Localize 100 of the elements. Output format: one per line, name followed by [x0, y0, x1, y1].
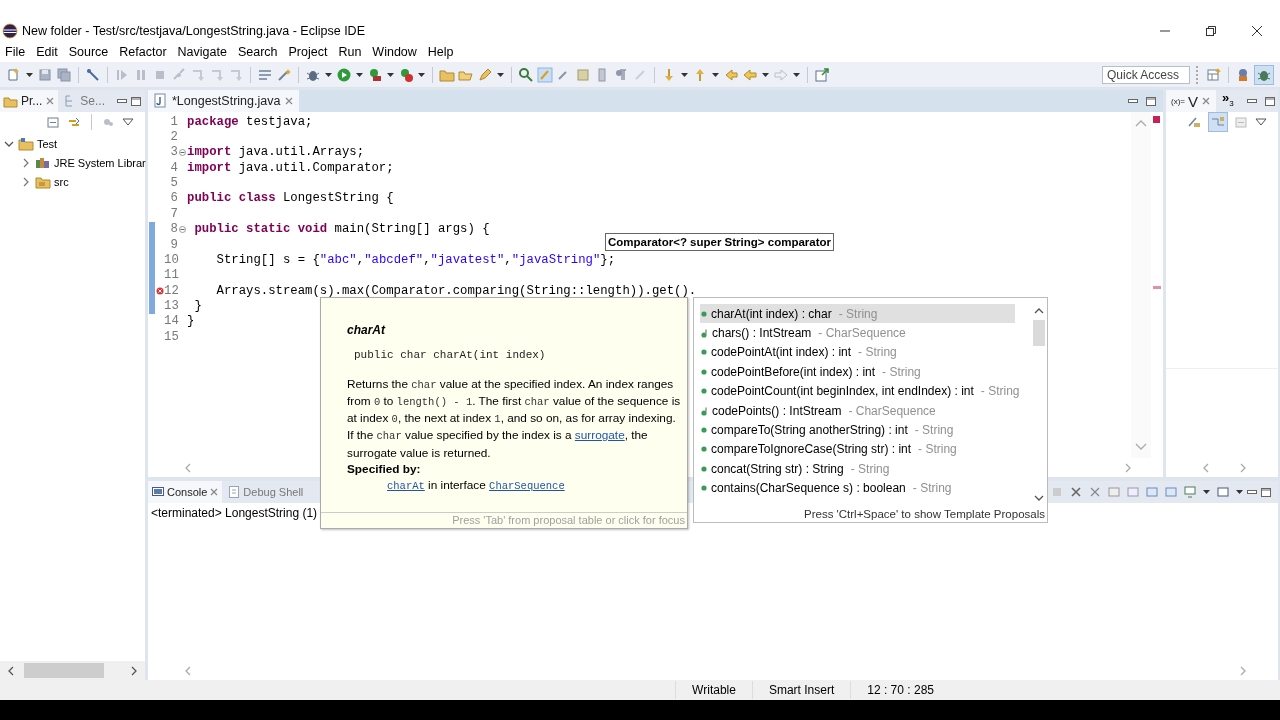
- error-marker[interactable]: [1153, 286, 1161, 289]
- line-number: 14: [164, 314, 178, 329]
- run-tool-icon[interactable]: [367, 66, 383, 83]
- tree-item[interactable]: Test: [37, 134, 58, 153]
- minimize-icon[interactable]: [116, 96, 128, 106]
- method-icon: [700, 308, 708, 319]
- code-line: String[] s = {"abc","abcdef","javatest","javaString"};: [215, 252, 616, 267]
- console-icon: [151, 485, 165, 499]
- line-number: 1: [169, 114, 178, 129]
- run-icon[interactable]: [336, 66, 352, 83]
- close-icon[interactable]: [1251, 25, 1263, 37]
- view-tab[interactable]: Debug Shell: [224, 481, 307, 503]
- open-perspective-icon[interactable]: [1206, 66, 1222, 83]
- line-number: 13: [164, 299, 178, 313]
- menu-item[interactable]: Source: [68, 42, 114, 61]
- display-icon[interactable]: [1183, 485, 1197, 499]
- console-status: <terminated> LongestString (1): [150, 505, 319, 522]
- menu-item[interactable]: Navigate: [177, 42, 232, 61]
- menu-item[interactable]: Project: [288, 42, 333, 61]
- pencil-slash-icon[interactable]: [85, 66, 101, 83]
- default-method-icon: [700, 328, 709, 339]
- proposal-item[interactable]: contains(CharSequence s) : boolean - String: [700, 478, 1015, 498]
- highlight-icon[interactable]: [537, 66, 553, 83]
- doc-paragraph: Returns the char value at the specified index. An index ranges from 0 to length() - 1. The first char value of the sequence is at index 0, the next at index 1, and so on, as for array indexing.: [347, 375, 681, 428]
- more-views-button[interactable]: »$_{3}$: [1222, 91, 1234, 111]
- tree-item[interactable]: JRE System Librar: [54, 153, 146, 172]
- editor-tab[interactable]: *LongestString.java: [148, 90, 300, 112]
- save-all-icon[interactable]: [56, 66, 72, 83]
- horizontal-scrollbar[interactable]: [0, 661, 145, 680]
- method-icon: [700, 386, 708, 397]
- proposal-item[interactable]: codePointAt(int index) : int - String: [700, 342, 1015, 363]
- coverage-icon[interactable]: [398, 66, 414, 83]
- status-text: 12 : 70 : 285: [850, 681, 950, 699]
- line-number: 9: [169, 237, 178, 252]
- scroll-lock-icon[interactable]: [1126, 485, 1140, 499]
- line-number: 5: [169, 176, 178, 191]
- open-console-icon[interactable]: [1216, 485, 1230, 499]
- error-icon[interactable]: [156, 286, 164, 295]
- menu-item[interactable]: Window: [372, 42, 422, 61]
- menu-item[interactable]: Run: [338, 42, 367, 61]
- scrollbar-thumb[interactable]: [24, 663, 104, 678]
- maximize-icon[interactable]: [1260, 486, 1272, 498]
- menu-item[interactable]: File: [5, 42, 31, 61]
- code-line: package testjava;: [187, 114, 313, 129]
- proposal-item[interactable]: compareTo(String anotherString) : int - String: [700, 420, 1015, 440]
- clear-icon[interactable]: [1107, 485, 1121, 499]
- pin-icon[interactable]: [1164, 485, 1178, 499]
- remove-all-icon[interactable]: [1088, 485, 1102, 499]
- block-icon[interactable]: [575, 66, 591, 83]
- method-icon: [700, 366, 708, 377]
- doc-title: charAt: [347, 322, 387, 339]
- restore-icon[interactable]: [1205, 25, 1217, 37]
- method-icon: [700, 347, 708, 358]
- collapse-all-icon[interactable]: [46, 115, 60, 129]
- java-file-icon: [152, 93, 168, 109]
- view-tab[interactable]: Console: [148, 481, 223, 503]
- proposal-item[interactable]: compareToIgnoreCase(String str) : int - String: [700, 439, 1015, 460]
- doc-link[interactable]: CharSequence: [489, 480, 565, 493]
- menu-item[interactable]: Help: [427, 42, 459, 61]
- shell-icon: [227, 485, 242, 499]
- scroll-up-icon[interactable]: [1032, 306, 1045, 316]
- scroll-left-icon[interactable]: [6, 664, 16, 677]
- scrollbar-thumb[interactable]: [1032, 320, 1045, 346]
- remove-launch-icon[interactable]: [1069, 485, 1083, 499]
- search-icon[interactable]: [518, 66, 534, 83]
- pilcrow-icon[interactable]: [613, 66, 629, 83]
- menu-item[interactable]: Refactor: [119, 42, 172, 61]
- proposal-item[interactable]: codePoints() : IntStream - CharSequence: [700, 400, 1015, 421]
- code-line: import java.util.Comparator;: [187, 160, 394, 175]
- quick-access-field[interactable]: Quick Access: [1102, 65, 1190, 84]
- proposal-item[interactable]: codePointBefore(int index) : int - String: [700, 362, 1015, 382]
- proposal-item[interactable]: concat(String str) : String - String: [700, 459, 1015, 479]
- maximize-icon[interactable]: [130, 95, 142, 107]
- doc-link[interactable]: surrogate: [574, 428, 625, 443]
- line-number: 3: [169, 145, 178, 160]
- scroll-down-icon[interactable]: [1032, 493, 1045, 503]
- maximize-icon[interactable]: [1263, 95, 1276, 107]
- tree-item[interactable]: src: [54, 172, 69, 191]
- scroll-right-icon[interactable]: [129, 664, 139, 677]
- maximize-icon[interactable]: [1145, 95, 1157, 107]
- proposal-item[interactable]: chars() : IntStream - CharSequence: [700, 323, 1015, 343]
- link-editor-icon[interactable]: [66, 115, 82, 129]
- code-line: Arrays.stream(s).max(Comparator.comparing(String::length)).get().: [215, 283, 697, 298]
- menu-item[interactable]: Search: [237, 42, 283, 61]
- method-icon: [700, 463, 708, 474]
- line-number: 10: [164, 252, 178, 267]
- minimize-icon[interactable]: [1246, 487, 1258, 497]
- collapse-all-icon[interactable]: [1234, 115, 1248, 129]
- view-tab[interactable]: Se...: [60, 90, 109, 112]
- line-number: 11: [164, 268, 178, 283]
- fold-icon[interactable]: [179, 148, 186, 156]
- proposal-item[interactable]: charAt(int index) : char - String: [700, 304, 1015, 324]
- view-tab[interactable]: Pr...: [0, 90, 59, 112]
- fold-icon[interactable]: [179, 225, 186, 233]
- word-wrap-icon[interactable]: [1145, 485, 1159, 499]
- code-line: import java.util.Arrays;: [187, 145, 365, 160]
- pin-editor-icon[interactable]: [814, 66, 830, 83]
- menu-item[interactable]: Edit: [36, 42, 63, 61]
- doc-link[interactable]: charAt: [387, 480, 425, 493]
- window-title: New folder - Test/src/testjava/LongestString.java - Eclipse IDE: [22, 23, 365, 40]
